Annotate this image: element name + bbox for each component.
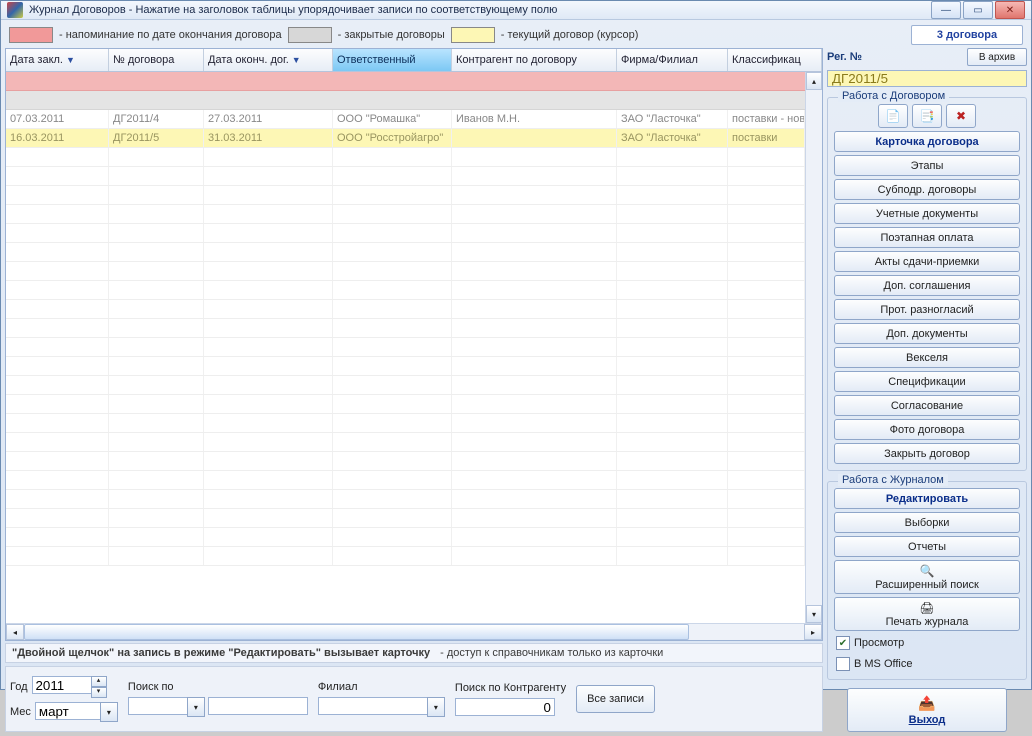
msoffice-label: В MS Office [854,658,912,670]
exit-icon: 📤 [918,695,935,712]
grey-separator [6,91,805,110]
staged-pay-button[interactable]: Поэтапная оплата [834,227,1020,248]
pink-separator [6,72,805,91]
year-label: Год [10,681,28,693]
app-icon [7,2,23,18]
msoffice-checkbox[interactable] [836,657,850,671]
legend-current: - текущий договор (курсор) [501,29,639,41]
month-dropdown-icon[interactable]: ▾ [100,702,118,722]
branch-input[interactable] [318,697,428,715]
search-field-input[interactable] [128,697,188,715]
subcontracts-button[interactable]: Субподр. договоры [834,179,1020,200]
search-icon: 🔍 [920,564,935,578]
app-window: Журнал Договоров - Нажатие на заголовок … [0,0,1032,690]
approval-button[interactable]: Согласование [834,395,1020,416]
month-label: Мес [10,706,31,718]
stages-button[interactable]: Этапы [834,155,1020,176]
specs-button[interactable]: Спецификации [834,371,1020,392]
col-end-date[interactable]: Дата оконч. дог.▼ [204,49,333,71]
journal-actions-title: Работа с Журналом [838,474,948,486]
bills-button[interactable]: Векселя [834,347,1020,368]
hint-bar: "Двойной щелчок" на запись в режиме "Ред… [5,643,823,663]
contracts-table: Дата закл.▼ № договора Дата оконч. дог.▼… [5,48,823,641]
scroll-up-icon[interactable]: ▴ [806,72,822,90]
col-firm[interactable]: Фирма/Филиал [617,49,728,71]
exit-button[interactable]: 📤 Выход [847,688,1007,732]
edit-button[interactable]: Редактировать [834,488,1020,509]
titlebar[interactable]: Журнал Договоров - Нажатие на заголовок … [1,1,1031,20]
table-header: Дата закл.▼ № договора Дата оконч. дог.▼… [6,49,822,72]
month-input[interactable] [35,702,101,720]
horizontal-scrollbar[interactable]: ◂ ▸ [6,623,822,640]
legend-closed: - закрытые договоры [338,29,445,41]
delete-icon[interactable]: ✖ [946,104,976,128]
photo-button[interactable]: Фото договора [834,419,1020,440]
search-field-dropdown-icon[interactable]: ▾ [187,697,205,717]
legend-reminder: - напоминание по дате окончания договора [59,29,282,41]
swatch-current [451,27,495,43]
scroll-left-icon[interactable]: ◂ [6,624,24,640]
regnum-input[interactable] [827,70,1027,87]
archive-button[interactable]: В архив [967,48,1027,66]
vertical-scrollbar[interactable]: ▴ ▾ [805,72,822,623]
col-class[interactable]: Классификац [728,49,822,71]
new-icon[interactable]: 📄 [878,104,908,128]
col-number[interactable]: № договора [109,49,204,71]
selections-button[interactable]: Выборки [834,512,1020,533]
contract-actions-title: Работа с Договором [838,90,949,102]
branch-dropdown-icon[interactable]: ▾ [427,697,445,717]
contract-count: 3 договора [911,25,1023,45]
all-records-button[interactable]: Все записи [576,685,655,713]
filter-panel: Год ▴ ▾ Мес [5,666,823,732]
close-contract-button[interactable]: Закрыть договор [834,443,1020,464]
close-button[interactable]: ✕ [995,1,1025,19]
agent-search-input[interactable] [455,698,555,716]
table-row[interactable]: 16.03.2011 ДГ2011/5 31.03.2011 ООО "Росс… [6,129,805,148]
addagreements-button[interactable]: Доп. соглашения [834,275,1020,296]
scroll-down-icon[interactable]: ▾ [806,605,822,623]
print-journal-button[interactable]: 🖨 Печать журнала [834,597,1020,631]
scroll-thumb[interactable] [24,624,689,640]
adddocs-button[interactable]: Доп. документы [834,323,1020,344]
branch-label: Филиал [318,681,445,693]
advanced-search-button[interactable]: 🔍 Расширенный поиск [834,560,1020,594]
year-down-icon[interactable]: ▾ [91,687,107,698]
col-agent[interactable]: Контрагент по договору [452,49,617,71]
hint-text-b: - доступ к справочникам только из карточ… [440,647,663,659]
search-value-input[interactable] [208,697,308,715]
contract-actions-group: Работа с Договором 📄 📑 ✖ Карточка догово… [827,97,1027,471]
preview-label: Просмотр [854,637,904,649]
acts-button[interactable]: Акты сдачи-приемки [834,251,1020,272]
printer-icon: 🖨 [919,601,934,615]
agent-search-label: Поиск по Контрагенту [455,682,566,694]
hint-text-a: "Двойной щелчок" на запись в режиме "Ред… [12,647,430,659]
year-up-icon[interactable]: ▴ [91,676,107,687]
window-title: Журнал Договоров - Нажатие на заголовок … [29,4,931,16]
col-responsible[interactable]: Ответственный [333,49,452,71]
legend-row: - напоминание по дате окончания договора… [5,24,1027,46]
maximize-button[interactable]: ▭ [963,1,993,19]
search-label: Поиск по [128,681,308,693]
swatch-closed [288,27,332,43]
copy-icon[interactable]: 📑 [912,104,942,128]
regnum-label: Рег. № [827,51,862,63]
table-body[interactable]: 07.03.2011 ДГ2011/4 27.03.2011 ООО "Рома… [6,72,805,623]
protocol-button[interactable]: Прот. разногласий [834,299,1020,320]
journal-actions-group: Работа с Журналом Редактировать Выборки … [827,481,1027,680]
accounting-button[interactable]: Учетные документы [834,203,1020,224]
card-button[interactable]: Карточка договора [834,131,1020,152]
preview-checkbox[interactable]: ✔ [836,636,850,650]
reports-button[interactable]: Отчеты [834,536,1020,557]
swatch-reminder [9,27,53,43]
table-row[interactable]: 07.03.2011 ДГ2011/4 27.03.2011 ООО "Рома… [6,110,805,129]
scroll-right-icon[interactable]: ▸ [804,624,822,640]
year-input[interactable] [32,676,92,694]
minimize-button[interactable]: — [931,1,961,19]
col-date[interactable]: Дата закл.▼ [6,49,109,71]
